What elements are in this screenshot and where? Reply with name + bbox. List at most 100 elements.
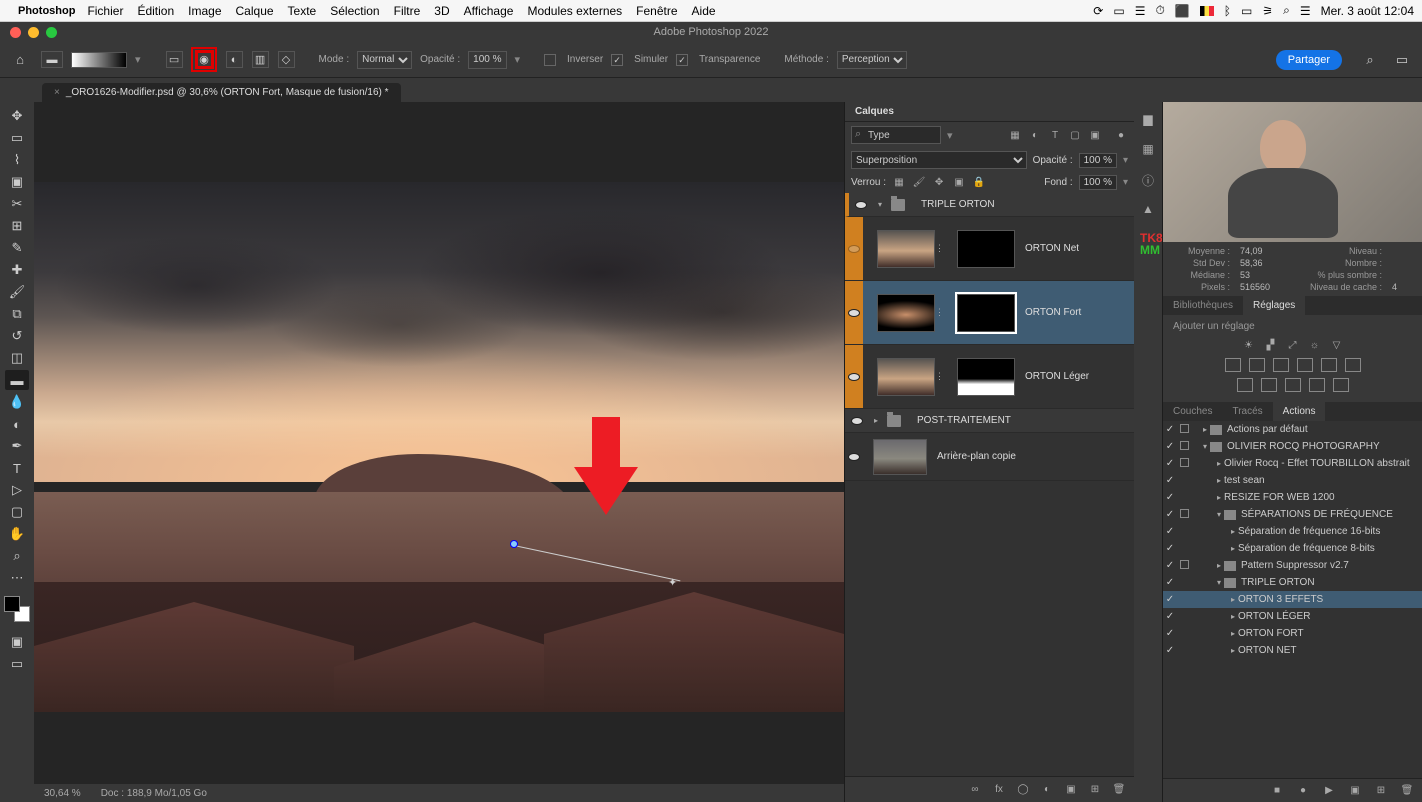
- visibility-toggle[interactable]: [855, 201, 867, 209]
- colorbalance-icon[interactable]: [1249, 358, 1265, 372]
- status-icon[interactable]: ⏱: [1155, 3, 1164, 18]
- action-row[interactable]: ✓▸Séparation de fréquence 8-bits: [1163, 540, 1422, 557]
- disclosure-icon[interactable]: ▸: [1217, 476, 1221, 485]
- play-icon[interactable]: ▶: [1322, 784, 1336, 798]
- visibility-toggle[interactable]: [848, 245, 860, 253]
- zoom-window-button[interactable]: [46, 27, 57, 38]
- action-enabled-check[interactable]: ✓: [1163, 475, 1177, 486]
- lock-position-icon[interactable]: ✥: [932, 176, 946, 190]
- filter-type-icon[interactable]: T: [1048, 128, 1062, 142]
- action-enabled-check[interactable]: ✓: [1163, 628, 1177, 639]
- gradient-linear-button[interactable]: ▭: [166, 51, 183, 68]
- exposure-icon[interactable]: ☼: [1308, 338, 1322, 352]
- navigator-icon[interactable]: ▦: [1140, 142, 1156, 158]
- layer-filter-select[interactable]: [851, 126, 941, 144]
- action-dialog-toggle[interactable]: [1177, 560, 1191, 572]
- menu-image[interactable]: Image: [188, 4, 221, 18]
- battery-icon[interactable]: ▭: [1241, 4, 1252, 18]
- colorlookup-icon[interactable]: [1345, 358, 1361, 372]
- history-brush-tool[interactable]: ↺: [5, 326, 29, 346]
- action-row[interactable]: ✓▾OLIVIER ROCQ PHOTOGRAPHY: [1163, 438, 1422, 455]
- action-row[interactable]: ✓▸Séparation de fréquence 16-bits: [1163, 523, 1422, 540]
- menu-selection[interactable]: Sélection: [330, 4, 379, 18]
- foreground-color-swatch[interactable]: [4, 596, 20, 612]
- gradient-preview[interactable]: [71, 52, 127, 68]
- action-row[interactable]: ✓▸Olivier Rocq - Effet TOURBILLON abstra…: [1163, 455, 1422, 472]
- mask-link-icon[interactable]: ⋮: [935, 307, 943, 318]
- stamp-tool[interactable]: ⧉: [5, 304, 29, 324]
- disclosure-icon[interactable]: ▸: [1231, 646, 1235, 655]
- group-name[interactable]: TRIPLE ORTON: [921, 199, 995, 210]
- layer-thumbnail[interactable]: [877, 294, 935, 332]
- disclosure-icon[interactable]: ▸: [1217, 459, 1221, 468]
- new-action-icon[interactable]: ⊞: [1374, 784, 1388, 798]
- bluetooth-icon[interactable]: ᛒ: [1224, 4, 1231, 18]
- layers-tab[interactable]: Calques: [845, 102, 1134, 122]
- disclosure-icon[interactable]: ▸: [1231, 612, 1235, 621]
- mask-link-icon[interactable]: ⋮: [935, 371, 943, 382]
- tab-couches[interactable]: Couches: [1163, 402, 1222, 421]
- action-row[interactable]: ✓▸ORTON 3 EFFETS: [1163, 591, 1422, 608]
- minimize-window-button[interactable]: [28, 27, 39, 38]
- status-icon[interactable]: ⬛: [1175, 4, 1190, 18]
- visibility-toggle[interactable]: [848, 309, 860, 317]
- new-layer-icon[interactable]: ⊞: [1088, 783, 1102, 797]
- opacity-value[interactable]: 100 %: [468, 51, 506, 69]
- layer-name[interactable]: ORTON Léger: [1025, 371, 1089, 382]
- blend-mode-select[interactable]: Normal: [357, 51, 412, 69]
- mask-link-icon[interactable]: ⋮: [935, 243, 943, 254]
- gradient-end-handle[interactable]: ✦: [668, 576, 676, 584]
- methode-select[interactable]: Perception: [837, 51, 907, 69]
- status-icon[interactable]: ☰: [1135, 4, 1146, 18]
- menu-calque[interactable]: Calque: [236, 4, 274, 18]
- clock[interactable]: Mer. 3 août 12:04: [1321, 4, 1414, 18]
- menubar-app[interactable]: Photoshop: [18, 5, 75, 17]
- layer-group[interactable]: ▸ POST-TRAITEMENT: [845, 409, 1134, 433]
- invert-icon[interactable]: [1237, 378, 1253, 392]
- dodge-tool[interactable]: ◐: [5, 414, 29, 434]
- action-row[interactable]: ✓▸Actions par défaut: [1163, 421, 1422, 438]
- selectivecolor-icon[interactable]: [1333, 378, 1349, 392]
- lock-all-icon[interactable]: 🔒: [972, 176, 986, 190]
- action-row[interactable]: ✓▸test sean: [1163, 472, 1422, 489]
- healing-tool[interactable]: ✚: [5, 260, 29, 280]
- new-set-icon[interactable]: ▣: [1348, 784, 1362, 798]
- action-enabled-check[interactable]: ✓: [1163, 441, 1177, 452]
- tab-traces[interactable]: Tracés: [1222, 402, 1272, 421]
- vibrance-icon[interactable]: ▽: [1330, 338, 1344, 352]
- menu-fichier[interactable]: Fichier: [87, 4, 123, 18]
- action-dialog-toggle[interactable]: [1177, 458, 1191, 470]
- search-icon[interactable]: ⌕: [1358, 50, 1382, 70]
- mask-thumbnail[interactable]: [957, 230, 1015, 268]
- layer-row[interactable]: ⋮ ORTON Léger: [845, 345, 1134, 409]
- disclosure-icon[interactable]: ▸: [1231, 544, 1235, 553]
- action-row[interactable]: ✓▸ORTON FORT: [1163, 625, 1422, 642]
- filter-shape-icon[interactable]: ▢: [1068, 128, 1082, 142]
- close-window-button[interactable]: [10, 27, 21, 38]
- blur-tool[interactable]: 💧: [5, 392, 29, 412]
- gradient-radial-button[interactable]: ◉: [196, 51, 213, 68]
- layer-name[interactable]: Arrière-plan copie: [937, 451, 1016, 462]
- group-name[interactable]: POST-TRAITEMENT: [917, 415, 1011, 426]
- layer-group[interactable]: ▾ TRIPLE ORTON: [845, 193, 1134, 217]
- histogram-icon[interactable]: ▆: [1140, 112, 1156, 128]
- disclosure-icon[interactable]: ▾: [1217, 510, 1221, 519]
- action-enabled-check[interactable]: ✓: [1163, 577, 1177, 588]
- simuler-checkbox[interactable]: [611, 54, 623, 66]
- brightness-icon[interactable]: ☀: [1242, 338, 1256, 352]
- status-icon[interactable]: ⟳: [1093, 4, 1103, 18]
- shape-tool[interactable]: ▢: [5, 502, 29, 522]
- action-row[interactable]: ✓▸ORTON LÉGER: [1163, 608, 1422, 625]
- edit-toolbar[interactable]: ⋯: [5, 568, 29, 588]
- tk-panel-icon[interactable]: TK8MM: [1140, 232, 1156, 248]
- mask-thumbnail[interactable]: [957, 358, 1015, 396]
- delete-action-icon[interactable]: 🗑: [1400, 784, 1414, 798]
- gradient-tool[interactable]: ▬: [5, 370, 29, 390]
- menu-fenetre[interactable]: Fenêtre: [636, 4, 677, 18]
- gradient-angle-button[interactable]: ◐: [226, 51, 243, 68]
- layer-thumbnail[interactable]: [873, 439, 927, 475]
- tab-bibliotheques[interactable]: Bibliothèques: [1163, 296, 1243, 315]
- menu-filtre[interactable]: Filtre: [394, 4, 421, 18]
- fg-bg-colors[interactable]: [4, 596, 30, 622]
- screenmode-toggle[interactable]: ▭: [5, 654, 29, 674]
